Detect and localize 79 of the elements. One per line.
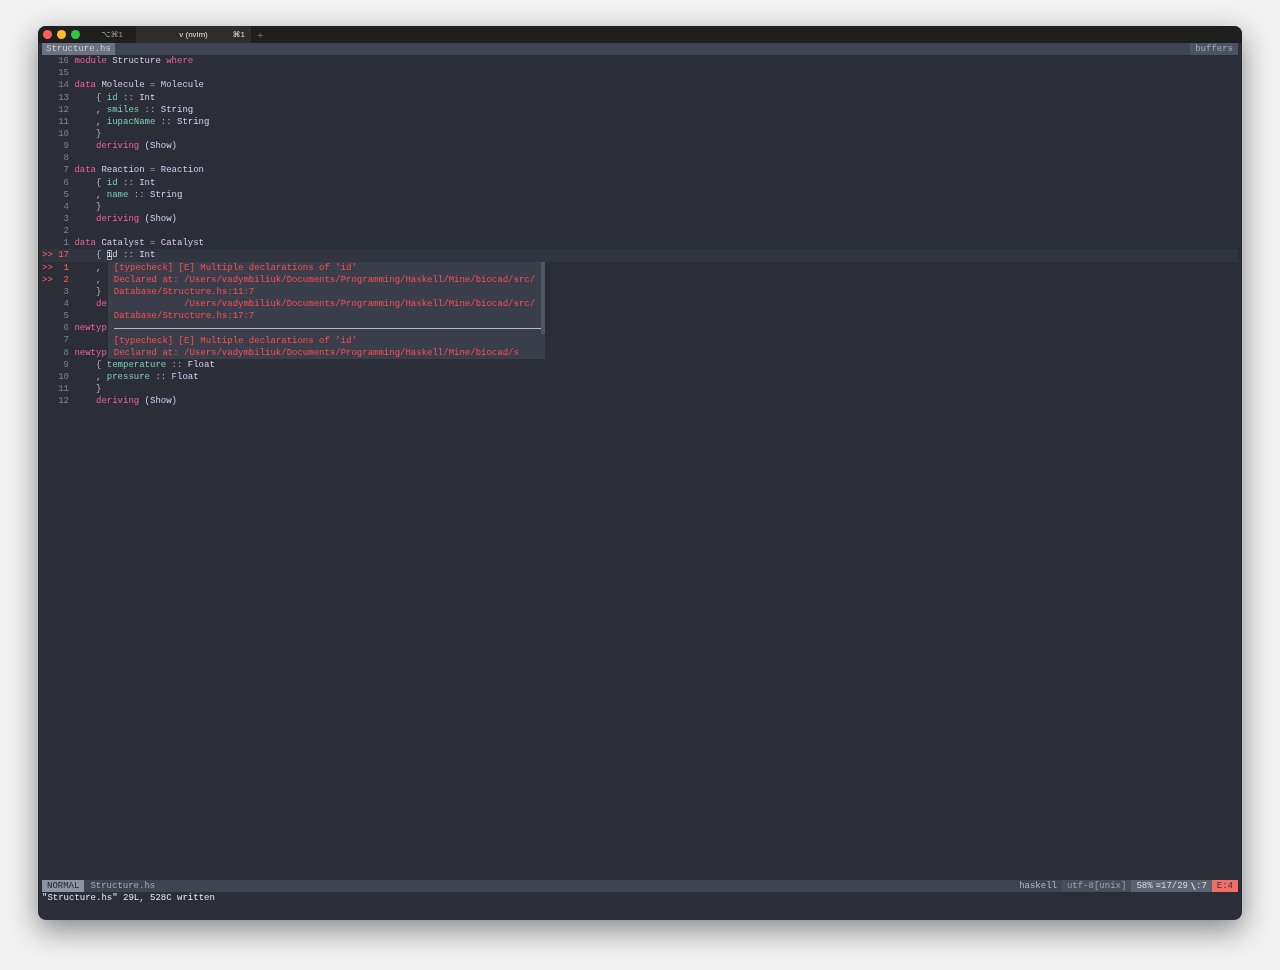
line-number: 17 (57, 249, 69, 262)
code-line: de (94, 297, 107, 311)
terminal-tab[interactable]: ⌥⌘1 (88, 26, 136, 43)
diagnostic-text: Database/Structure.hs:11:7 (113, 285, 256, 299)
code-line: { id :: Int (94, 91, 156, 104)
error-sign: >> (42, 249, 53, 262)
line-number: 5 (62, 188, 69, 201)
line-number: 2 (62, 273, 69, 286)
file-name: Structure.hs (89, 879, 157, 892)
maximize-button[interactable] (71, 30, 80, 39)
line-number: 4 (62, 200, 69, 213)
line-number: 14 (57, 79, 69, 92)
diagnostic-text: [typecheck] [E] Multiple declarations of 'id' (113, 334, 358, 347)
line-number: 10 (57, 128, 69, 141)
code-line: deriving (Show) (94, 395, 177, 408)
percent-label: 58% (1136, 879, 1153, 892)
error-sign: >> (42, 273, 53, 286)
diagnostic-text: Declared at: /Users/vadymbiliuk/Documents/Programming/Haskell/Mine/biocad/src/ (113, 273, 537, 286)
diagnostic-text: Database/Structure.hs:17:7 (113, 310, 256, 323)
diagnostic-text: /Users/vadymbiliuk/Documents/Programming/Haskell/Mine/biocad/src/ (183, 298, 537, 311)
error-count: E:4 (1211, 879, 1238, 892)
code-line: } (94, 382, 102, 396)
line-number: 9 (62, 140, 69, 153)
column-position: :7 (1196, 879, 1207, 892)
code-line: , iupacName :: String (94, 115, 210, 128)
line-number: 16 (57, 55, 69, 68)
buffers-label: buffers (1190, 43, 1238, 56)
terminal-tab[interactable]: v (nvim) ⌘1 (136, 26, 251, 43)
line-number: 6 (62, 176, 69, 189)
code-line: data Molecule = Molecule (74, 79, 204, 92)
code-line: , (94, 273, 102, 286)
line-number: 6 (62, 322, 69, 335)
code-line: newtyp (74, 322, 107, 335)
line-number: 15 (57, 67, 69, 80)
line-position: ≡17/29 (1155, 879, 1188, 892)
code-line: module Structure where (74, 55, 194, 68)
code-line: newtyp (74, 346, 107, 359)
code-line: deriving (Show) (94, 212, 177, 226)
code-line: , name :: String (94, 188, 183, 201)
line-number: 12 (57, 395, 69, 408)
line-number: 10 (57, 370, 69, 383)
minimize-button[interactable] (57, 30, 66, 39)
line-number: 9 (62, 358, 69, 371)
code-line: data Reaction = Reaction (74, 164, 204, 177)
line-number: 1 (62, 237, 69, 250)
line-number: 2 (62, 225, 69, 238)
line-number: 11 (57, 382, 69, 396)
message-line: "Structure.hs" 29L, 528C written (42, 893, 215, 903)
code-line: , smiles :: String (94, 103, 194, 116)
line-number: 7 (62, 164, 69, 177)
code-line: data Catalyst = Catalyst (74, 237, 204, 250)
close-button[interactable] (43, 30, 52, 39)
line-number: 5 (62, 310, 69, 323)
code-line: { id :: Int (94, 176, 156, 189)
line-number: 4 (62, 297, 69, 311)
code-line: , (94, 261, 102, 274)
code-line: { id :: Int (94, 249, 156, 262)
code-line: } (94, 200, 102, 213)
line-number: 11 (57, 115, 69, 128)
line-number: 7 (62, 334, 69, 347)
line-number: 1 (62, 261, 69, 274)
line-number: 8 (62, 346, 69, 359)
diagnostic-text: [typecheck] [E] Multiple declarations of 'id' (113, 261, 358, 274)
line-number: 3 (62, 212, 69, 226)
line-number: 3 (62, 285, 69, 298)
line-number: 12 (57, 103, 69, 116)
scrollbar[interactable] (540, 261, 545, 334)
code-line: { temperature :: Float (94, 358, 215, 371)
code-line: , pressure :: Float (94, 370, 199, 383)
line-number: 8 (62, 152, 69, 165)
diagnostic-text: Declared at: /Users/vadymbiliuk/Documents/Programming/Haskell/Mine/biocad/s (113, 346, 520, 359)
line-number: 13 (57, 91, 69, 104)
error-sign: >> (42, 261, 53, 274)
column-icon (1191, 881, 1196, 890)
code-line: } (94, 128, 102, 141)
code-line: } (94, 285, 102, 298)
mode-indicator: NORMAL (42, 879, 85, 892)
code-line: deriving (Show) (94, 140, 177, 153)
encoding-label: utf-8[unix] (1061, 879, 1132, 892)
